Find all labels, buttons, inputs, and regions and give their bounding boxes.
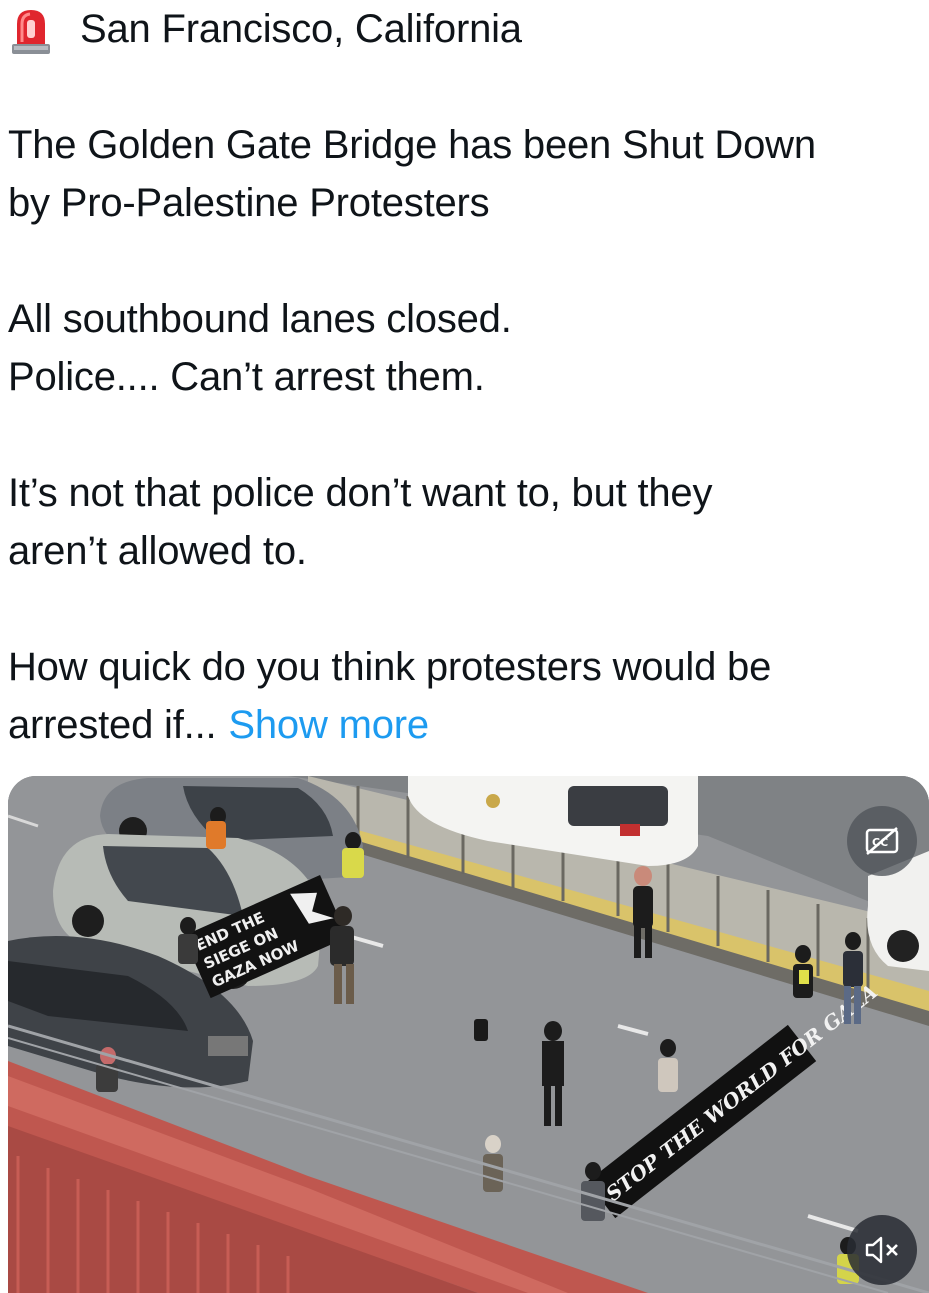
paragraph-3-line-1: It’s not that police don’t want to, but … — [8, 471, 713, 515]
paragraph-4-line-2: arrested if... Show more — [8, 696, 923, 754]
paragraph-2-line-1: All southbound lanes closed. — [8, 297, 512, 341]
police-siren-icon — [8, 6, 54, 54]
video-player[interactable]: END THE SIEGE ON GAZA NOW STOP THE WORLD… — [8, 776, 929, 1293]
location-text: San Francisco, California — [80, 7, 522, 51]
paragraph-4-line-2-text: arrested if... — [8, 703, 217, 747]
closed-captions-off-icon[interactable]: CC — [847, 806, 917, 876]
video-thumbnail[interactable]: END THE SIEGE ON GAZA NOW STOP THE WORLD… — [8, 776, 929, 1293]
headline-line-1: The Golden Gate Bridge has been Shut Dow… — [8, 123, 816, 167]
paragraph-4-line-1: How quick do you think protesters would … — [8, 645, 772, 689]
headline-line-2: by Pro-Palestine Protesters — [8, 181, 490, 225]
location-line: San Francisco, California — [8, 0, 923, 58]
paragraph-3-line-2: aren’t allowed to. — [8, 529, 307, 573]
show-more-link[interactable]: Show more — [228, 696, 429, 754]
tweet-text: San Francisco, California The Golden Gat… — [8, 0, 923, 754]
speaker-muted-icon[interactable] — [847, 1215, 917, 1285]
paragraph-2-line-2: Police.... Can’t arrest them. — [8, 355, 485, 399]
